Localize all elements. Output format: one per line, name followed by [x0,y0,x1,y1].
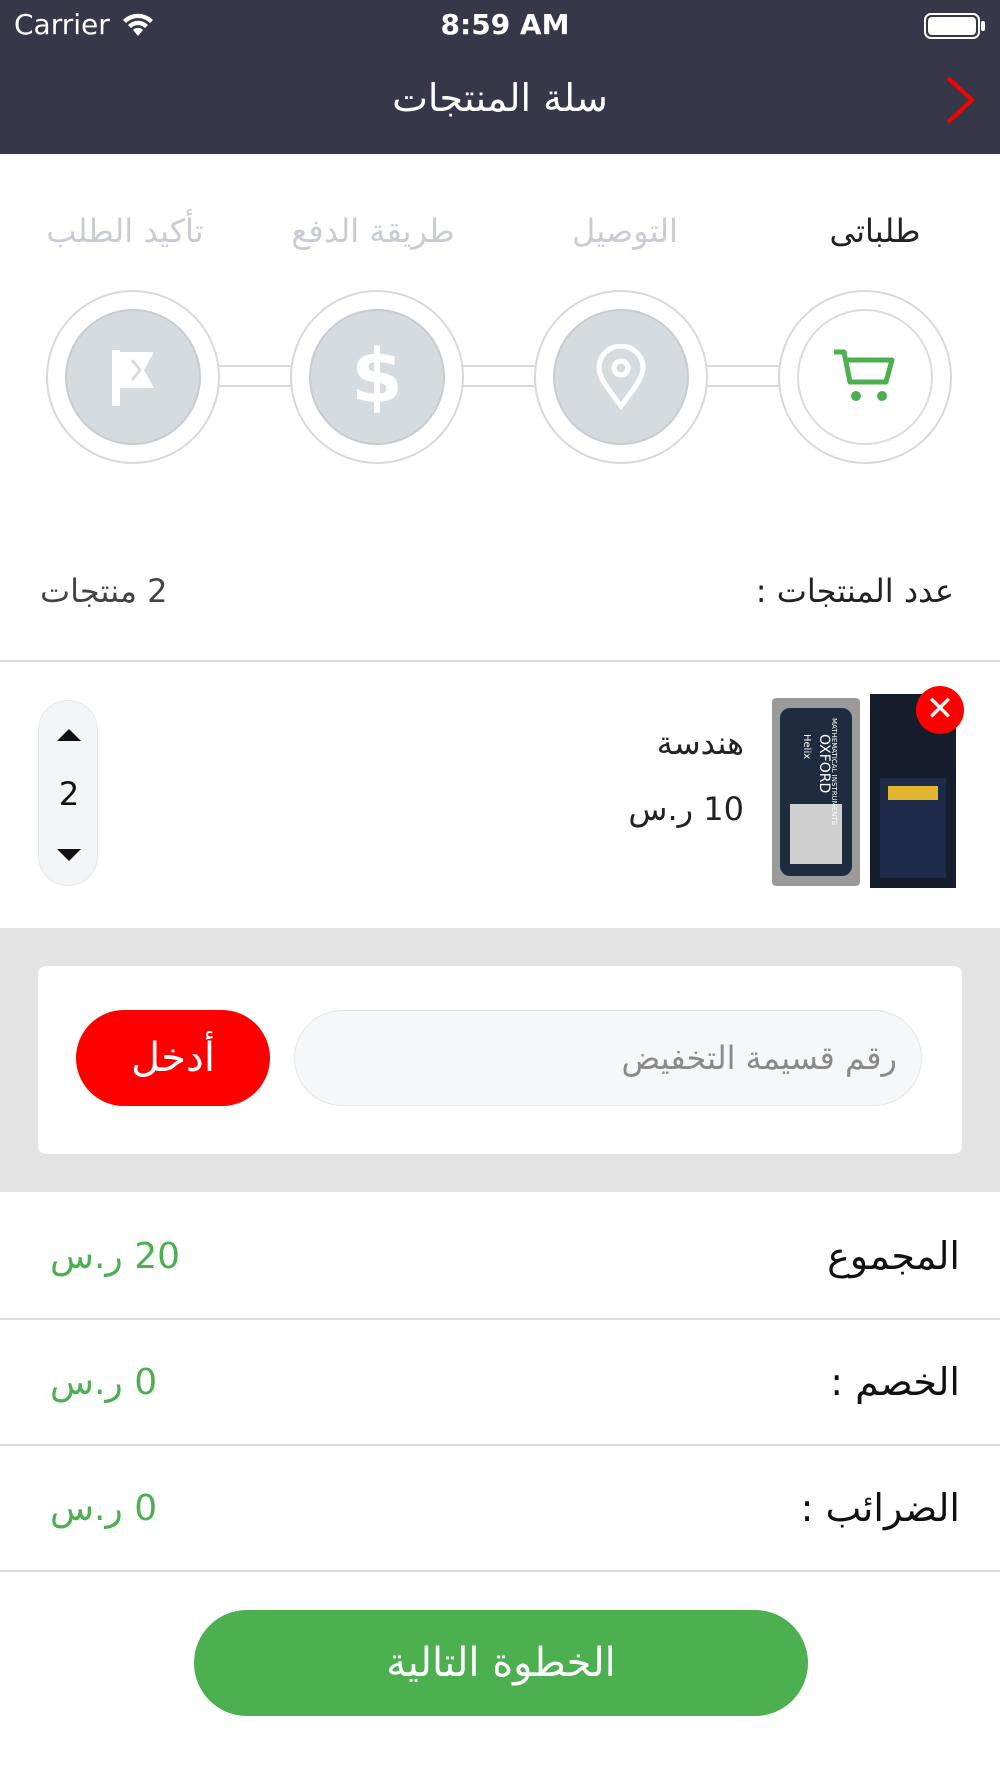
apply-coupon-button[interactable]: أدخل [76,1010,270,1106]
step-label-orders: طلباتى [829,212,921,250]
flag-icon [112,350,154,406]
status-time: 8:59 AM [440,8,570,41]
products-count-label: عدد المنتجات : [755,572,954,610]
discount-value: 0 ر.س [50,1362,158,1403]
product-image-brand: Helix [801,734,812,759]
dollar-icon: $ [351,334,403,420]
divider [0,1444,1000,1446]
subtotal-label: المجموع [827,1234,960,1278]
product-image-title: OXFORD [816,734,832,793]
tax-value: 0 ر.س [50,1488,158,1529]
status-bar: Carrier 8:59 AM [0,0,1000,50]
battery-icon [924,13,985,39]
tax-label: الضرائب : [800,1486,960,1530]
page-title: سلة المنتجات [392,76,608,120]
discount-label: الخصم : [830,1360,960,1404]
decrease-quantity-icon[interactable] [57,849,81,861]
location-pin-icon [596,344,646,410]
step-payment[interactable]: $ [290,290,464,464]
step-connector [460,365,540,387]
next-step-button[interactable]: الخطوة التالية [194,1610,808,1716]
step-label-payment: طريقة الدفع [291,212,455,250]
divider [0,1318,1000,1320]
step-connector [216,365,296,387]
cart-icon [834,349,895,401]
product-image-subtitle: MATHEMATICAL INSTRUMENTS [830,718,838,826]
product-price: 10 ر.س [628,790,744,828]
coupon-section: أدخل [0,928,1000,1192]
step-delivery[interactable] [534,290,708,464]
step-connector [704,365,784,387]
quantity-stepper[interactable]: 2 [38,700,98,886]
back-chevron-icon[interactable] [936,74,982,126]
coupon-input[interactable] [294,1010,922,1106]
coupon-card: أدخل [38,966,962,1154]
step-label-confirm: تأكيد الطلب [46,212,204,250]
app-header: Carrier 8:59 AM سلة المنتجات [0,0,1000,154]
step-orders[interactable] [778,290,952,464]
remove-item-button[interactable]: ✕ [916,686,964,734]
step-label-delivery: التوصيل [572,212,678,250]
product-name: هندسة [656,724,744,762]
quantity-value: 2 [58,775,80,813]
divider [0,660,1000,662]
subtotal-value: 20 ر.س [50,1236,181,1277]
increase-quantity-icon[interactable] [57,729,81,741]
products-count-value: 2 منتجات [40,572,168,610]
step-confirm[interactable] [46,290,220,464]
divider [0,1570,1000,1572]
